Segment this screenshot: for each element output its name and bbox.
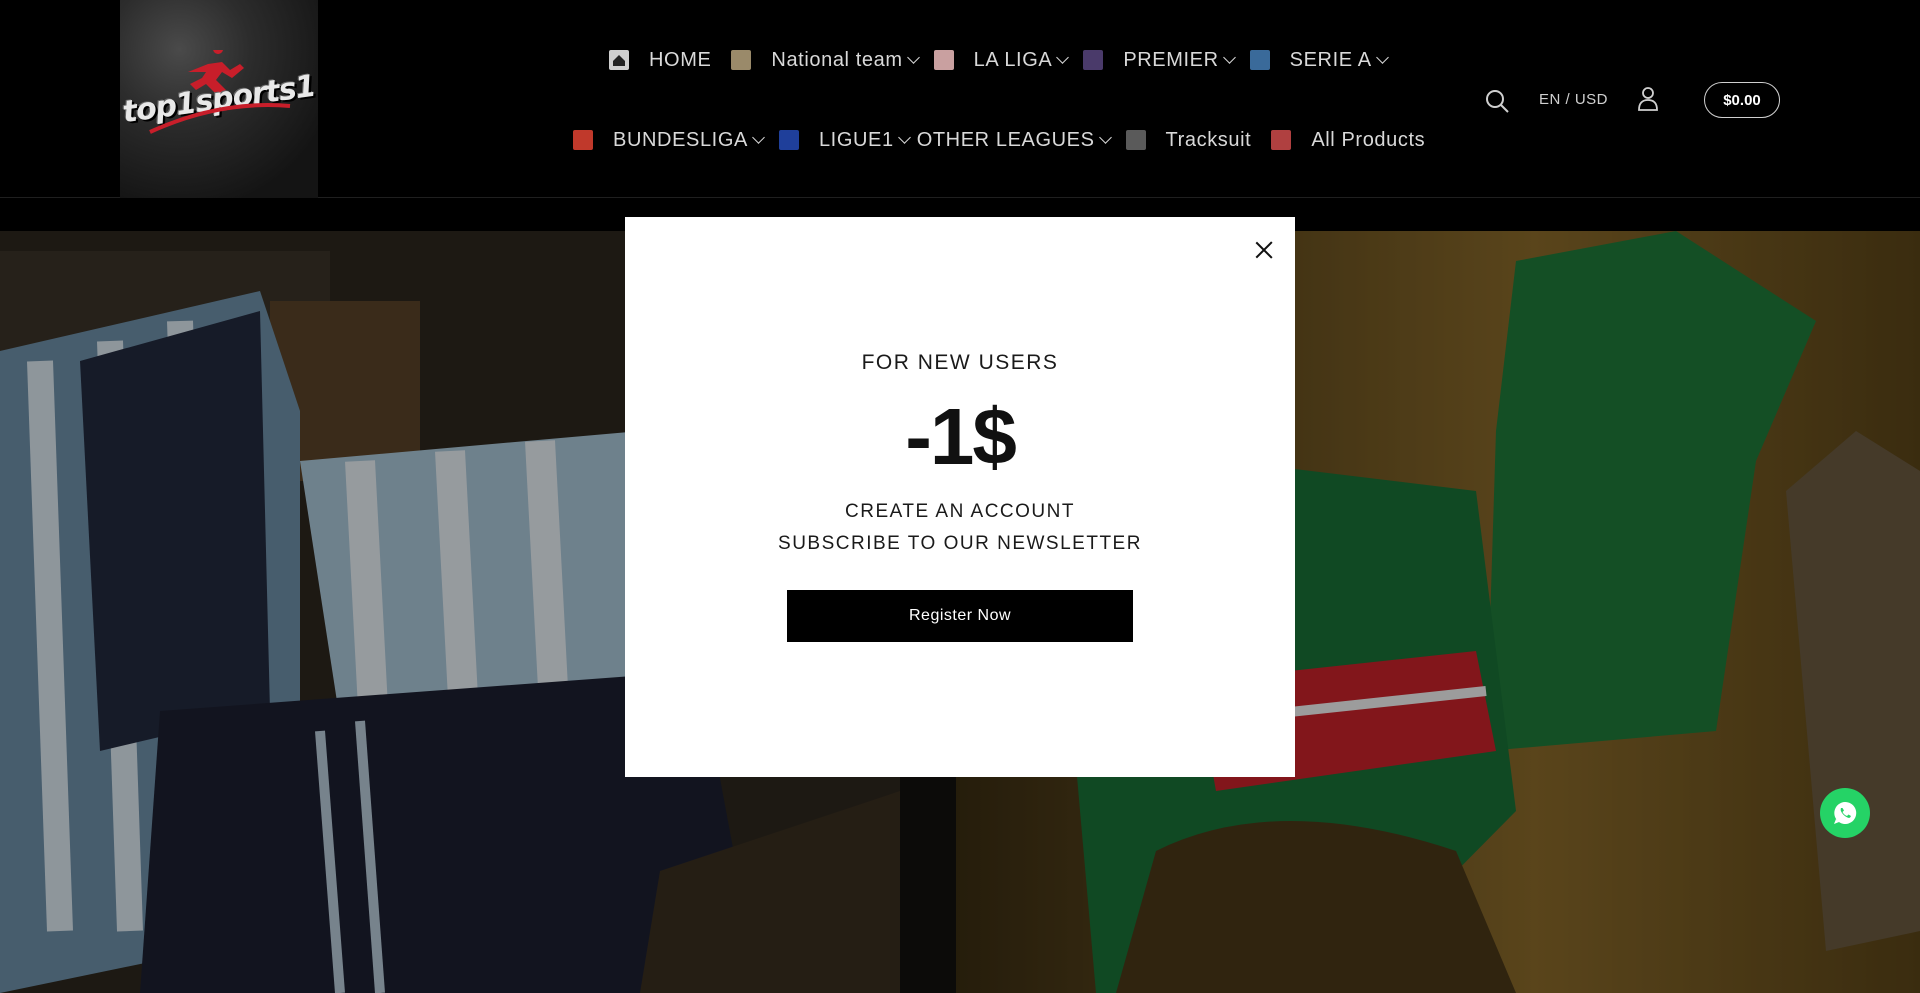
all-products-icon (1271, 130, 1292, 150)
ligue1-icon (778, 130, 799, 150)
chevron-down-icon (906, 51, 920, 64)
nav-item-serie-a[interactable]: SERIE A (1249, 49, 1389, 72)
chevron-down-icon (1098, 131, 1112, 144)
trophy-icon (731, 50, 752, 70)
nav-item-bundesliga[interactable]: BUNDESLIGA (573, 129, 765, 152)
main-nav-row-1: HOME National team LA LIGA PREMIER SERIE… (609, 40, 1389, 80)
nav-item-ligue1[interactable]: LIGUE1 (778, 129, 911, 152)
cart-button[interactable]: $0.00 (1704, 82, 1780, 118)
bundesliga-icon (573, 130, 593, 150)
chevron-down-icon (1056, 51, 1070, 64)
close-icon[interactable] (1251, 237, 1277, 263)
nav-item-premier[interactable]: PREMIER (1083, 49, 1236, 72)
chevron-down-icon (897, 131, 911, 144)
main-nav-row-2: BUNDESLIGA LIGUE1 OTHER LEAGUES Tracksui… (573, 120, 1425, 160)
nav-item-all-products[interactable]: All Products (1271, 129, 1425, 152)
nav-item-other-leagues[interactable]: OTHER LEAGUES (917, 129, 1112, 152)
locale-selector[interactable]: EN / USD (1539, 91, 1608, 108)
whatsapp-icon (1834, 801, 1857, 824)
nav-item-la-liga[interactable]: LA LIGA (933, 49, 1070, 72)
search-icon[interactable] (1484, 88, 1510, 114)
modal-eyebrow: FOR NEW USERS (861, 351, 1059, 374)
modal-line-subscribe: SUBSCRIBE TO OUR NEWSLETTER (778, 533, 1142, 554)
account-icon[interactable] (1637, 86, 1659, 112)
whatsapp-chat-button[interactable] (1820, 788, 1870, 838)
logo-swoosh-icon (149, 103, 291, 134)
register-now-button[interactable]: Register Now (787, 590, 1133, 642)
home-icon (609, 50, 629, 70)
brand-logo[interactable]: top1sports1 (120, 0, 318, 198)
modal-discount-amount: -1$ (905, 392, 1017, 481)
modal-line-create-account: CREATE AN ACCOUNT (845, 501, 1075, 522)
site-header: top1sports1 HOME National team LA LIGA P… (0, 0, 1920, 198)
new-user-promo-modal: FOR NEW USERS -1$ CREATE AN ACCOUNT SUBS… (625, 217, 1295, 777)
nav-item-home[interactable]: HOME (609, 49, 711, 72)
nav-item-national-team[interactable]: National team (731, 49, 920, 72)
cart-total: $0.00 (1723, 91, 1761, 109)
tracksuit-icon (1125, 130, 1146, 150)
serie-a-icon (1249, 50, 1270, 70)
nav-item-tracksuit[interactable]: Tracksuit (1125, 129, 1252, 152)
chevron-down-icon (1375, 51, 1389, 64)
premier-league-icon (1083, 50, 1104, 70)
chevron-down-icon (1222, 51, 1236, 64)
chevron-down-icon (752, 131, 765, 144)
la-liga-icon (933, 50, 954, 70)
